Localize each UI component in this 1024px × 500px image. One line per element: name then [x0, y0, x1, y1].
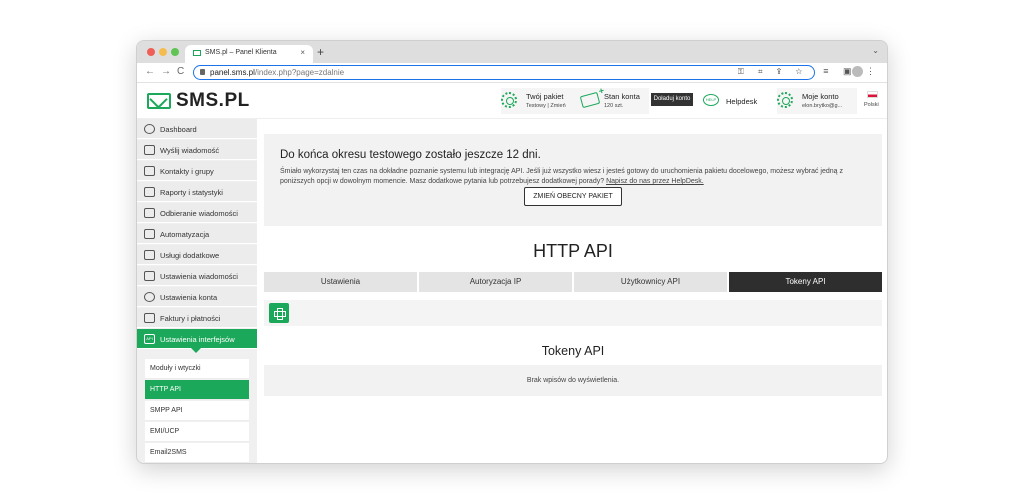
tab-ip-authorization[interactable]: Autoryzacja IP [419, 272, 572, 292]
account-widget[interactable]: Moje konto elon.brytko@g... [777, 88, 857, 114]
contacts-icon [144, 166, 155, 176]
envelope-icon [144, 145, 155, 155]
topup-button[interactable]: Doładuj konto [651, 93, 693, 106]
helpdesk-link[interactable]: HELP Helpdesk [701, 88, 767, 114]
sidebar-item-message-settings[interactable]: Ustawienia wiadomości [137, 266, 257, 286]
gear-icon [501, 92, 517, 108]
subitem-modules[interactable]: Moduły i wtyczki [145, 359, 249, 379]
page-title: HTTP API [533, 241, 613, 261]
tab-api-users[interactable]: Użytkownicy API [574, 272, 727, 292]
sidebar-item-contacts[interactable]: Kontakty i grupy [137, 161, 257, 181]
gear-icon [777, 92, 793, 108]
browser-toolbar: ← → C panel.sms.pl/index.php?page=zdalni… [137, 63, 887, 83]
sidebar-item-interface-settings[interactable]: API Ustawienia interfejsów [137, 329, 257, 353]
envelope-icon [193, 50, 201, 56]
browser-window: SMS.pl – Panel Klienta × + ⌄ ← → C panel… [136, 40, 888, 464]
balance-value: 120 szt. [604, 103, 624, 109]
sidebar-item-dashboard[interactable]: Dashboard [137, 119, 257, 139]
add-token-button[interactable] [269, 303, 289, 323]
bar-chart-icon [144, 187, 155, 197]
star-icon [144, 250, 155, 260]
gear-icon [144, 292, 155, 302]
maximize-window-button[interactable] [171, 48, 179, 56]
api-icon: API [144, 334, 155, 344]
sidebar-item-automation[interactable]: Automatyzacja [137, 224, 257, 244]
subitem-emi-ucp[interactable]: EMI/UCP [145, 422, 249, 442]
notice-text: Śmiało wykorzystaj ten czas na dokładne … [280, 168, 843, 185]
tab-api-tokens[interactable]: Tokeny API [729, 272, 882, 292]
package-title: Twój pakiet [526, 92, 564, 101]
empty-list-message: Brak wpisów do wyświetlenia. [264, 365, 882, 396]
api-tabs: Ustawienia Autoryzacja IP Użytkownicy AP… [264, 272, 882, 292]
package-sub[interactable]: Testowy | Zmień [526, 103, 566, 109]
browser-menu-icons[interactable]: ≡ ▣ ⋮ [823, 66, 881, 77]
sidebar-item-reports[interactable]: Raporty i statystyki [137, 182, 257, 202]
sidebar-item-send-message[interactable]: Wyślij wiadomość [137, 140, 257, 160]
site-header: SMS.PL Twój pakiet Testowy | Zmień Stan … [137, 83, 887, 119]
tab-settings[interactable]: Ustawienia [264, 272, 417, 292]
list-title: Tokeny API [541, 344, 605, 358]
sidebar-item-account-settings[interactable]: Ustawienia konta [137, 287, 257, 307]
trial-notice: Do końca okresu testowego zostało jeszcz… [264, 134, 882, 226]
minimize-window-button[interactable] [159, 48, 167, 56]
notice-title: Do końca okresu testowego zostało jeszcz… [280, 149, 541, 161]
action-bar [264, 300, 882, 326]
balance-title: Stan konta [604, 92, 640, 101]
package-widget[interactable]: Twój pakiet Testowy | Zmień [501, 88, 579, 114]
new-tab-button[interactable]: + [317, 45, 324, 59]
invoice-icon [144, 313, 155, 323]
money-icon [579, 91, 601, 109]
tab-title: SMS.pl – Panel Klienta [205, 49, 277, 56]
main-content: Do końca okresu testowego zostało jeszcz… [257, 119, 887, 463]
language-selector[interactable]: Polski [859, 88, 887, 114]
close-window-button[interactable] [147, 48, 155, 56]
lock-icon [200, 69, 205, 75]
address-bar[interactable]: panel.sms.pl/index.php?page=zdalnie ⚿ ⌗ … [193, 65, 815, 80]
wrench-icon [144, 229, 155, 239]
speedometer-icon [144, 124, 155, 134]
browser-tab[interactable]: SMS.pl – Panel Klienta × [185, 45, 313, 63]
sidebar-item-extra-services[interactable]: Usługi dodatkowe [137, 245, 257, 265]
reload-icon[interactable]: C [177, 66, 184, 77]
helpdesk-label: Helpdesk [726, 97, 758, 106]
sliders-icon [144, 271, 155, 281]
account-email: elon.brytko@g... [802, 103, 843, 109]
sidebar-item-invoices[interactable]: Faktury i płatności [137, 308, 257, 328]
back-icon[interactable]: ← [145, 66, 155, 77]
poland-flag-icon [867, 91, 878, 98]
address-bar-icons[interactable]: ⚿ ⌗ ⇪ ☆ [738, 67, 808, 77]
envelope-icon [147, 93, 171, 109]
forward-icon[interactable]: → [161, 66, 171, 77]
subitem-smpp-api[interactable]: SMPP API [145, 401, 249, 421]
helpdesk-notice-link[interactable]: Napisz do nas przez HelpDesk. [606, 178, 704, 185]
balance-widget[interactable]: Stan konta 120 szt. [579, 88, 649, 114]
url-text: panel.sms.pl/index.php?page=zdalnie [210, 68, 345, 77]
subitem-http-api[interactable]: HTTP API [145, 380, 249, 400]
tab-strip: SMS.pl – Panel Klienta × + ⌄ [137, 41, 887, 63]
sidebar-item-inbox[interactable]: Odbieranie wiadomości [137, 203, 257, 223]
change-package-button[interactable]: ZMIEŃ OBECNY PAKIET [524, 187, 622, 206]
logo-text: SMS.PL [176, 90, 250, 111]
tab-close-icon[interactable]: × [300, 48, 305, 57]
help-bubble-icon: HELP [703, 94, 719, 106]
account-title: Moje konto [802, 92, 839, 101]
language-label: Polski [864, 102, 879, 108]
sidebar: Dashboard Wyślij wiadomość Kontakty i gr… [137, 119, 257, 463]
download-arrow-icon [144, 208, 155, 218]
subitem-email2sms[interactable]: Email2SMS [145, 443, 249, 463]
tab-menu-icon[interactable]: ⌄ [872, 46, 879, 55]
